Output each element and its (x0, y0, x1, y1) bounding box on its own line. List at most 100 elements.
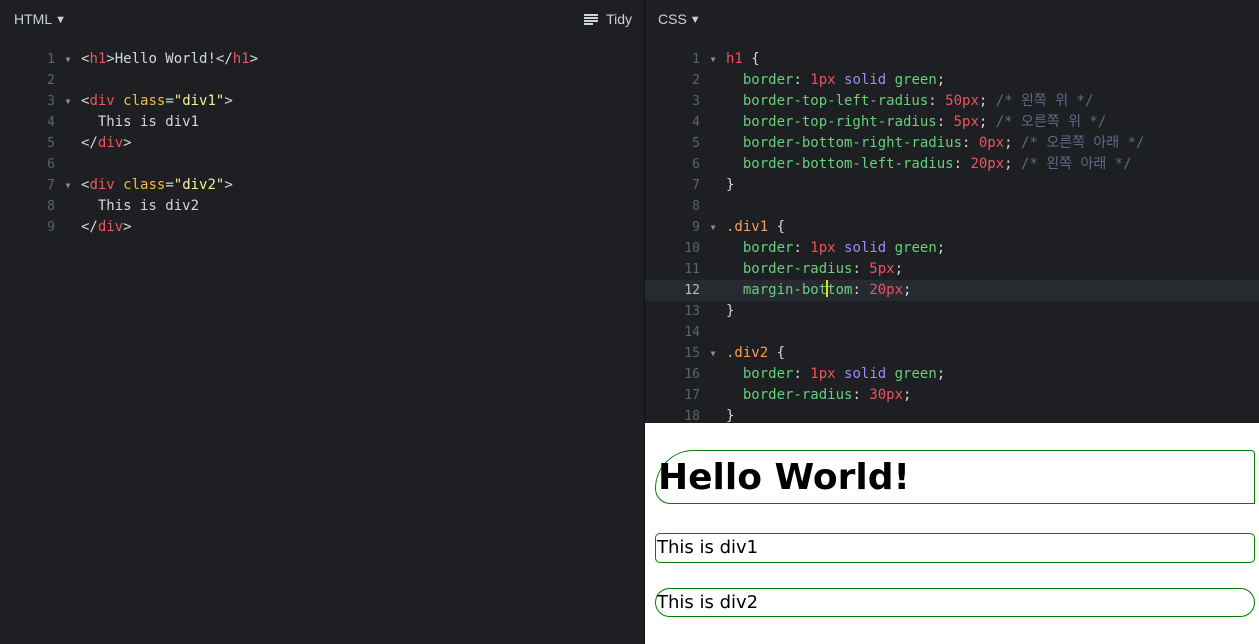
tidy-button[interactable]: Tidy (584, 11, 632, 27)
css-panel-header: CSS ▼ (645, 0, 1259, 40)
code-token: border (742, 366, 794, 382)
fold-triangle-icon[interactable]: ▼ (700, 343, 726, 364)
code-token: : (852, 261, 870, 277)
code-line[interactable]: 3 border-top-left-radius: 50px; /* 왼쪽 위 … (645, 91, 1259, 112)
code-token: solid (844, 72, 887, 88)
code-line[interactable]: 8 This is div2 (0, 196, 644, 217)
code-token: This is div1 (81, 114, 200, 130)
code-line[interactable]: 8 (645, 196, 1259, 217)
code-line[interactable]: 17 border-radius: 30px; (645, 385, 1259, 406)
line-number: 13 (684, 304, 700, 319)
preview-div2-text: This is div2 (657, 592, 759, 613)
fold-triangle-icon[interactable]: ▼ (55, 91, 81, 112)
code-token: { (768, 219, 786, 235)
html-language-dropdown[interactable]: HTML ▼ (14, 11, 66, 27)
code-token: : (852, 387, 870, 403)
code-token: { (768, 345, 786, 361)
code-line[interactable]: 1 ▼ h1 { (645, 49, 1259, 70)
preview-h1-box: Hello World! (655, 450, 1255, 504)
code-line[interactable]: 2 (0, 70, 644, 91)
code-line[interactable]: 2 border: 1px solid green; (645, 70, 1259, 91)
fold-triangle-icon[interactable]: ▼ (55, 175, 81, 196)
code-token: 30px (869, 387, 904, 403)
code-token: { (742, 51, 760, 67)
code-line[interactable]: 13} (645, 301, 1259, 322)
code-token: div (97, 135, 124, 151)
code-token: = (165, 177, 174, 193)
preview-div1-box: This is div1 (655, 533, 1255, 563)
code-token: /* 왼쪽 위 */ (995, 93, 1094, 109)
code-line[interactable]: 10 border: 1px solid green; (645, 238, 1259, 259)
line-number: 1 (692, 52, 700, 67)
code-token: > (106, 51, 115, 67)
code-line[interactable]: 9 ▼ .div1 { (645, 217, 1259, 238)
code-token: border-radius (742, 387, 853, 403)
code-token: : (793, 72, 811, 88)
tidy-label: Tidy (606, 11, 632, 27)
code-token: green (894, 366, 937, 382)
code-line[interactable]: 15 ▼ .div2 { (645, 343, 1259, 364)
code-token: border-top-left-radius (742, 93, 929, 109)
code-token: ; (936, 72, 946, 88)
code-line[interactable]: 12 margin-bottom: 20px; (645, 280, 1259, 301)
code-token: div (97, 219, 124, 235)
code-line[interactable]: 14 (645, 322, 1259, 343)
code-token: } (726, 408, 735, 423)
dropdown-caret-icon: ▼ (689, 14, 701, 26)
line-number: 6 (47, 157, 55, 172)
code-token: div (89, 177, 115, 193)
line-number: 3 (692, 94, 700, 109)
code-line[interactable]: 4 border-top-right-radius: 5px; /* 오른쪽 위… (645, 112, 1259, 133)
code-token: .div2 (726, 345, 769, 361)
fold-triangle-icon[interactable]: ▼ (700, 217, 726, 238)
line-number: 9 (47, 220, 55, 235)
html-code-editor[interactable]: 1 ▼ <h1>Hello World!</h1> 2 3 ▼ <div class="di… (0, 49, 644, 238)
code-token: border (742, 240, 794, 256)
code-token: solid (844, 240, 887, 256)
code-line[interactable]: 1 ▼ <h1>Hello World!</h1> (0, 49, 644, 70)
css-panel-title: CSS (658, 11, 687, 27)
fold-triangle-icon[interactable]: ▼ (55, 49, 81, 70)
code-line[interactable]: 6 (0, 154, 644, 175)
css-language-dropdown[interactable]: CSS ▼ (658, 11, 701, 27)
code-token: </ (81, 219, 98, 235)
code-line[interactable]: 5 border-bottom-right-radius: 0px; /* 오른… (645, 133, 1259, 154)
code-line[interactable]: 18} (645, 406, 1259, 423)
line-number: 15 (684, 346, 700, 361)
line-number: 18 (684, 409, 700, 423)
code-line[interactable]: 7 ▼ <div class="div2"> (0, 175, 644, 196)
code-token: > (224, 93, 233, 109)
code-token: 5px (869, 261, 895, 277)
line-number: 17 (684, 388, 700, 403)
line-number: 5 (692, 136, 700, 151)
code-line[interactable]: 9 </div> (0, 217, 644, 238)
line-number: 8 (692, 199, 700, 214)
code-line[interactable]: 16 border: 1px solid green; (645, 364, 1259, 385)
code-token: div (89, 93, 115, 109)
css-code-editor[interactable]: 1 ▼ h1 {2 border: 1px solid green; 3 border… (645, 49, 1259, 423)
code-token: = (165, 93, 174, 109)
code-line[interactable]: 5 </div> (0, 133, 644, 154)
code-line[interactable]: 11 border-radius: 5px; (645, 259, 1259, 280)
code-line[interactable]: 3 ▼ <div class="div1"> (0, 91, 644, 112)
code-line[interactable]: 6 border-bottom-left-radius: 20px; /* 왼쪽… (645, 154, 1259, 175)
code-token: } (726, 177, 735, 193)
code-token: border-radius (742, 261, 853, 277)
code-line[interactable]: 7} (645, 175, 1259, 196)
code-token: 0px (978, 135, 1005, 151)
code-token: : (793, 366, 811, 382)
css-editor-panel: CSS ▼ 1 ▼ h1 {2 border: 1px solid green; 3 b… (645, 0, 1259, 423)
preview-h1-text: Hello World! (658, 457, 910, 498)
line-number: 1 (47, 52, 55, 67)
code-line[interactable]: 4 This is div1 (0, 112, 644, 133)
fold-triangle-icon[interactable]: ▼ (700, 49, 726, 70)
